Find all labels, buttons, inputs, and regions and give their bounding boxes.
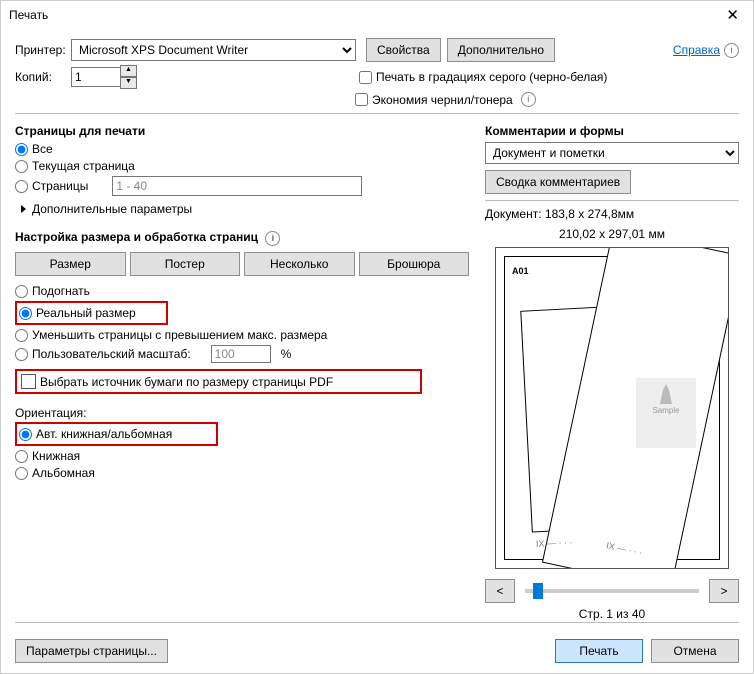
print-preview: A01 Sample IX — · · · IX — · · · [495,247,729,569]
preview-prev-button[interactable]: < [485,579,515,603]
custom-scale-input[interactable] [211,345,271,363]
orientation-label: Ориентация: [15,406,469,420]
copies-spinner[interactable]: ▲▼ [120,65,137,89]
paper-dimensions: 210,02 x 297,01 мм [485,227,739,241]
booklet-tab-button[interactable]: Брошюра [359,252,470,276]
help-link[interactable]: Справка [673,43,720,57]
info-icon[interactable]: i [265,231,280,246]
shrink-radio[interactable]: Уменьшить страницы с превышением макс. р… [15,328,469,342]
page-range-input[interactable] [112,176,362,196]
copies-label: Копий: [15,70,71,84]
pages-section-title: Страницы для печати [15,124,469,138]
multiple-tab-button[interactable]: Несколько [244,252,355,276]
grayscale-checkbox[interactable]: Печать в градациях серого (черно-белая) [359,70,607,84]
ink-checkbox[interactable]: Экономия чернил/тонераi [355,92,536,107]
page-indicator: Стр. 1 из 40 [485,607,739,621]
printer-label: Принтер: [15,43,71,57]
preview-next-button[interactable]: > [709,579,739,603]
watermark: Sample [636,378,696,448]
preview-tag: A01 [512,266,529,276]
preview-slider[interactable] [525,589,699,593]
fit-radio[interactable]: Подогнать [15,284,469,298]
printer-select[interactable]: Microsoft XPS Document Writer [71,39,356,61]
poster-tab-button[interactable]: Постер [130,252,241,276]
close-icon[interactable]: ✕ [720,4,745,26]
orient-auto-radio[interactable]: Авт. книжная/альбомная [19,427,214,441]
checkbox-icon [21,374,36,389]
cancel-button[interactable]: Отмена [651,639,739,663]
paper-source-checkbox[interactable]: Выбрать источник бумаги по размеру стран… [21,374,416,389]
properties-button[interactable]: Свойства [366,38,441,62]
pages-all-radio[interactable]: Все [15,142,469,156]
print-button[interactable]: Печать [555,639,643,663]
size-tab-button[interactable]: Размер [15,252,126,276]
sizing-section-title: Настройка размера и обработка страниц i [15,230,469,246]
copies-input[interactable] [71,67,121,87]
pages-range-label: Страницы [32,179,88,193]
orient-landscape-radio[interactable]: Альбомная [15,466,469,480]
advanced-button[interactable]: Дополнительно [447,38,555,62]
chevron-right-icon [21,205,26,213]
info-icon[interactable]: i [521,92,536,107]
pages-current-radio[interactable]: Текущая страница [15,159,469,173]
dress-icon [656,382,676,406]
actual-size-radio[interactable]: Реальный размер [19,306,164,320]
summary-button[interactable]: Сводка комментариев [485,170,631,194]
slider-thumb[interactable] [533,583,543,599]
print-dialog: Печать ✕ Принтер: Microsoft XPS Document… [0,0,754,674]
orient-portrait-radio[interactable]: Книжная [15,449,469,463]
document-dimensions: Документ: 183,8 x 274,8мм [485,207,739,221]
comments-select[interactable]: Документ и пометки [485,142,739,164]
comments-section-title: Комментарии и формы [485,124,739,138]
page-setup-button[interactable]: Параметры страницы... [15,639,168,663]
custom-scale-radio[interactable]: Пользовательский масштаб: % [15,345,469,363]
pages-range-radio[interactable] [15,180,28,193]
titlebar: Печать ✕ [1,1,753,29]
dialog-title: Печать [9,8,48,22]
more-options-toggle[interactable]: Дополнительные параметры [15,202,469,216]
info-icon[interactable]: i [724,43,739,58]
